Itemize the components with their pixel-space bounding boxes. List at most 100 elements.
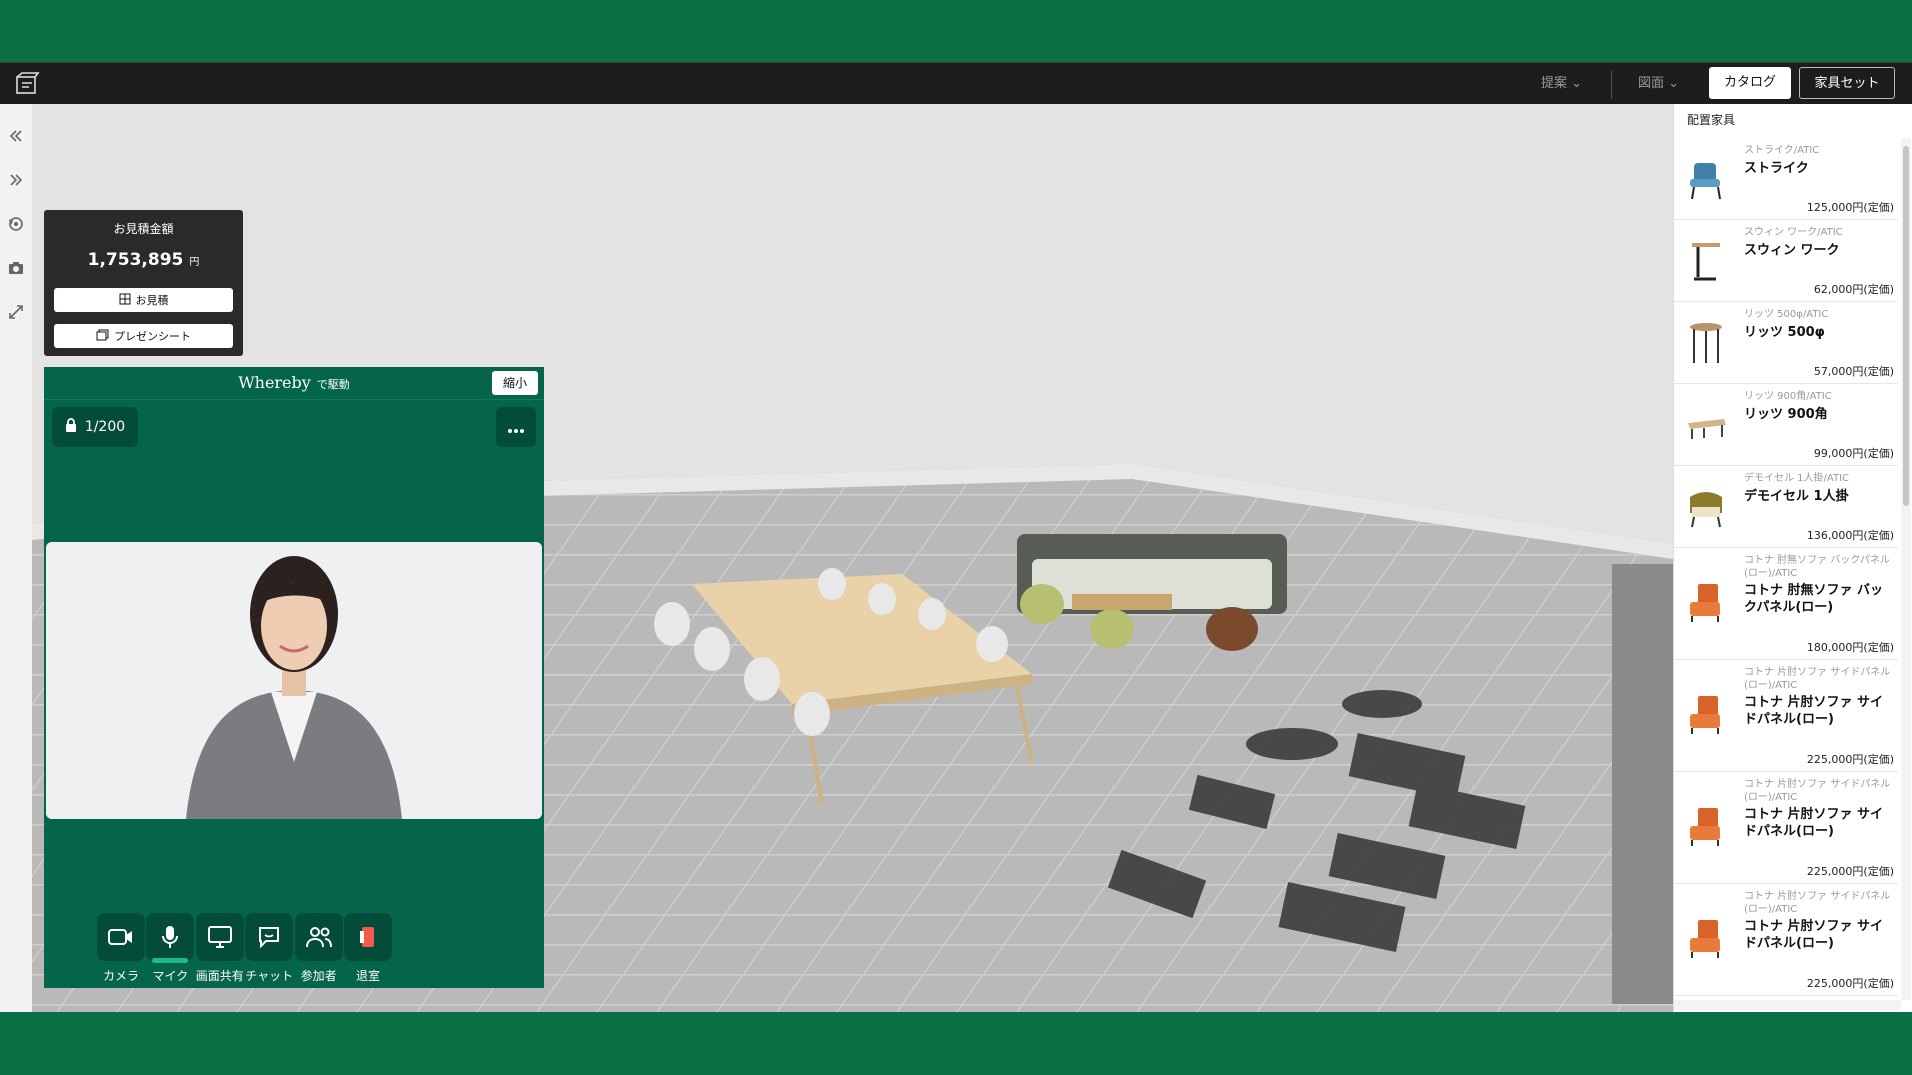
- item-brand: スウィン ワーク/ATIC: [1744, 227, 1843, 238]
- drawing-label: 図面: [1638, 76, 1665, 91]
- estimate-title: お見積金額: [113, 222, 174, 236]
- participant-avatar: [46, 542, 542, 819]
- estimate-card: お見積金額 1,753,895 円 お見積 プレゼンシート: [44, 210, 243, 356]
- list-item[interactable]: コトナ 片肘ソファ サイドパネル(ロー)/ATIC コトナ 片肘ソファ サイドパネ…: [1674, 884, 1898, 996]
- panel-title: 配置家具: [1687, 113, 1736, 127]
- sofa-orange-icon: [1684, 692, 1728, 740]
- horizontal-scrollbar[interactable]: [1674, 1000, 1901, 1010]
- item-name: コトナ 片肘ソファ サイドパネル(ロー): [1744, 807, 1884, 839]
- control-label: 参加者: [300, 969, 337, 983]
- control-label: マイク: [152, 969, 189, 983]
- item-price: 136,000円(定価): [1806, 529, 1894, 542]
- item-price: 57,000円(定価): [1813, 365, 1894, 378]
- item-brand: コトナ 肘無ソファ バックパネル(ロー)/ATIC: [1744, 555, 1890, 579]
- list-item[interactable]: デモイセル 1人掛/ATIC デモイセル 1人掛 136,000円(定価): [1674, 466, 1898, 548]
- list-item[interactable]: コトナ 片肘ソファ サイドパネル(ロー)/ATIC コトナ 片肘ソファ サイドパネ…: [1674, 772, 1898, 884]
- item-brand: コトナ 片肘ソファ サイドパネル(ロー)/ATIC: [1744, 891, 1891, 915]
- scrollbar-thumb[interactable]: [1903, 146, 1909, 506]
- control-leave[interactable]: 退室: [343, 913, 393, 984]
- item-brand: リッツ 900角/ATIC: [1744, 391, 1832, 402]
- list-item[interactable]: コトナ 肘無ソファ バックパネル(ロー)/ATIC コトナ 肘無ソファ バックパネ…: [1674, 548, 1898, 660]
- control-label: 退室: [355, 969, 380, 983]
- bottom-band: [0, 1012, 1912, 1075]
- grid-icon: [119, 293, 131, 308]
- control-camera[interactable]: カメラ: [96, 913, 146, 984]
- top-band: [0, 0, 1912, 62]
- camera-icon[interactable]: [4, 256, 28, 280]
- control-microphone[interactable]: マイク: [145, 913, 195, 984]
- leave-icon[interactable]: [344, 913, 392, 961]
- furniture-list: ストライク/ATIC ストライク 125,000円(定価) スウィン ワーク/ATIC…: [1674, 138, 1898, 996]
- whereby-header: Whereby で駆動 縮小: [44, 367, 544, 400]
- list-item[interactable]: スウィン ワーク/ATIC スウィン ワーク 62,000円(定価): [1674, 220, 1898, 302]
- control-label: カメラ: [102, 969, 139, 983]
- control-label: チャット: [245, 969, 294, 983]
- microphone-icon[interactable]: [146, 913, 195, 963]
- shrink-button[interactable]: 縮小: [492, 371, 538, 395]
- whereby-tagline: で駆動: [316, 378, 350, 391]
- proposal-dropdown[interactable]: 提案 ⌄: [1541, 63, 1582, 105]
- list-item[interactable]: リッツ 900角/ATIC リッツ 900角 99,000円(定価): [1674, 384, 1898, 466]
- whereby-logo: Whereby: [238, 373, 311, 392]
- app-toolbar: 提案 ⌄ 図面 ⌄ カタログ 家具セット: [0, 62, 1912, 105]
- list-scrollbar[interactable]: [1901, 138, 1911, 1000]
- whereby-panel: Whereby で駆動 縮小 1/200 カメラ マイク 画面共有 チャット 参加者 退室: [44, 367, 544, 988]
- item-price: 125,000円(定価): [1806, 201, 1894, 214]
- currency-label: 円: [189, 257, 200, 268]
- item-brand: デモイセル 1人掛/ATIC: [1744, 473, 1850, 484]
- expand-right-icon[interactable]: [4, 168, 28, 192]
- list-item[interactable]: コトナ 片肘ソファ サイドパネル(ロー)/ATIC コトナ 片肘ソファ サイドパネ…: [1674, 660, 1898, 772]
- fullscreen-icon[interactable]: [4, 300, 28, 324]
- high-table-icon: [1684, 319, 1728, 367]
- item-brand: コトナ 片肘ソファ サイドパネル(ロー)/ATIC: [1744, 667, 1891, 691]
- estimate-amount: 1,753,895 円: [44, 250, 243, 270]
- room-lock-badge[interactable]: 1/200: [52, 407, 138, 447]
- item-brand: ストライク/ATIC: [1744, 145, 1820, 156]
- quote-button[interactable]: お見積: [54, 288, 233, 312]
- rotate-view-icon[interactable]: [4, 212, 28, 236]
- item-brand: コトナ 片肘ソファ サイドパネル(ロー)/ATIC: [1744, 779, 1891, 803]
- app-logo-icon[interactable]: [14, 71, 40, 97]
- control-label: 画面共有: [195, 969, 244, 983]
- item-name: コトナ 片肘ソファ サイドパネル(ロー): [1744, 919, 1884, 951]
- control-screen-share[interactable]: 画面共有: [195, 913, 245, 984]
- item-name: デモイセル 1人掛: [1744, 489, 1849, 504]
- left-tool-strip: [0, 104, 32, 1012]
- screen-share-icon[interactable]: [195, 913, 244, 961]
- list-item[interactable]: リッツ 500φ/ATIC リッツ 500φ 57,000円(定価): [1674, 302, 1898, 384]
- item-name: スウィン ワーク: [1744, 243, 1840, 258]
- proposal-label: 提案: [1541, 76, 1568, 91]
- item-price: 225,000円(定価): [1806, 977, 1894, 990]
- item-name: ストライク: [1744, 161, 1809, 176]
- present-sheet-button[interactable]: プレゼンシート: [54, 324, 233, 348]
- drawing-dropdown[interactable]: 図面 ⌄: [1638, 63, 1679, 105]
- control-participants[interactable]: 参加者: [294, 913, 344, 984]
- list-item[interactable]: ストライク/ATIC ストライク 125,000円(定価): [1674, 138, 1898, 220]
- whereby-brand: Whereby で駆動: [44, 367, 544, 399]
- participant-video: [46, 542, 542, 819]
- chevron-down-icon: ⌄: [1571, 76, 1583, 91]
- collapse-left-icon[interactable]: [4, 124, 28, 148]
- catalog-button[interactable]: カタログ: [1709, 67, 1791, 99]
- item-price: 225,000円(定価): [1806, 865, 1894, 878]
- item-name: リッツ 500φ: [1744, 325, 1825, 340]
- more-options-button[interactable]: [496, 407, 536, 447]
- room-count: 1/200: [84, 419, 126, 435]
- more-icon: [508, 418, 524, 437]
- participants-icon[interactable]: [294, 913, 343, 961]
- item-price: 180,000円(定価): [1806, 641, 1894, 654]
- item-brand: リッツ 500φ/ATIC: [1744, 309, 1829, 320]
- control-chat[interactable]: チャット: [244, 913, 294, 984]
- camera-icon[interactable]: [97, 913, 145, 961]
- item-name: コトナ 片肘ソファ サイドパネル(ロー): [1744, 695, 1884, 727]
- side-table-icon: [1684, 237, 1728, 285]
- estimate-amount-value: 1,753,895: [87, 250, 184, 270]
- placed-furniture-panel: 配置家具 ストライク/ATIC ストライク 125,000円(定価) スウィン ワーク…: [1673, 104, 1912, 1012]
- chat-icon[interactable]: [245, 913, 294, 961]
- low-table-icon: [1684, 401, 1728, 449]
- sofa-orange-icon: [1684, 580, 1728, 628]
- item-name: コトナ 肘無ソファ バックパネル(ロー): [1744, 583, 1884, 615]
- furniture-set-button[interactable]: 家具セット: [1799, 67, 1895, 99]
- sofa-orange-icon: [1684, 804, 1728, 852]
- item-name: リッツ 900角: [1744, 407, 1828, 422]
